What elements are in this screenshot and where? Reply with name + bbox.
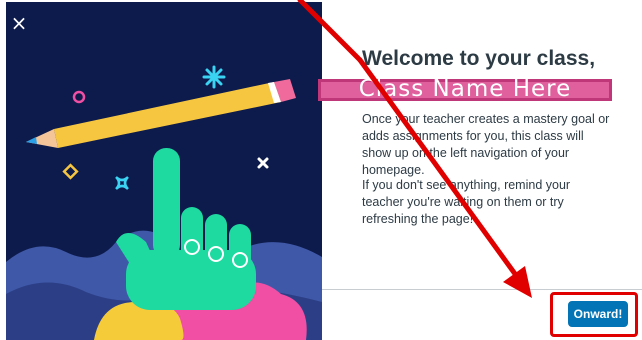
illustration-art — [6, 65, 322, 340]
pencil-icon — [26, 79, 296, 148]
class-name-text: Class Name Here — [358, 76, 572, 102]
dialog-title: Welcome to your class, — [362, 47, 596, 70]
welcome-illustration — [6, 2, 322, 340]
class-name-banner: Class Name Here — [318, 76, 612, 102]
pointing-hand-icon — [116, 148, 256, 310]
close-icon[interactable]: × — [8, 12, 30, 34]
help-paragraph: If you don't see anything, remind your t… — [362, 178, 571, 226]
arrow-head — [503, 266, 532, 298]
dialog-content: Welcome to your class, — [362, 46, 612, 72]
onward-button[interactable]: Onward! — [568, 301, 628, 327]
intro-paragraph: Once your teacher creates a mastery goal… — [362, 112, 610, 177]
footer-divider — [322, 289, 642, 290]
